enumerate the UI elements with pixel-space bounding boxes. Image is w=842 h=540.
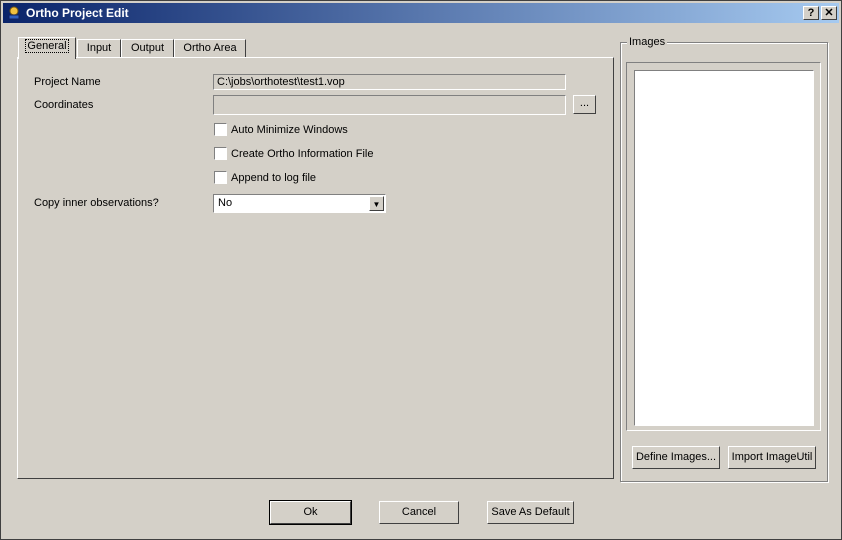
project-name-field[interactable]: C:\jobs\orthotest\test1.vop bbox=[213, 74, 566, 90]
create-ortho-info-label: Create Ortho Information File bbox=[231, 148, 374, 160]
chevron-down-icon[interactable]: ▼ bbox=[369, 196, 384, 211]
import-imageutil-button[interactable]: Import ImageUtil bbox=[728, 446, 816, 469]
copy-inner-label: Copy inner observations? bbox=[34, 197, 159, 209]
browse-coordinates-button[interactable]: ... bbox=[573, 95, 596, 114]
save-as-default-button[interactable]: Save As Default bbox=[487, 501, 574, 524]
copy-inner-select[interactable]: No ▼ bbox=[213, 194, 386, 213]
tab-label: Ortho Area bbox=[183, 42, 237, 54]
ok-button[interactable]: Ok bbox=[269, 500, 352, 525]
auto-minimize-checkbox[interactable] bbox=[214, 123, 227, 136]
images-group-title: Images bbox=[627, 36, 668, 48]
tab-input[interactable]: Input bbox=[77, 39, 121, 58]
cancel-button[interactable]: Cancel bbox=[379, 501, 459, 524]
coordinates-field[interactable] bbox=[213, 95, 566, 115]
app-icon bbox=[8, 6, 20, 20]
project-name-label: Project Name bbox=[34, 76, 101, 88]
tab-label: Input bbox=[86, 42, 112, 54]
tab-ortho-area[interactable]: Ortho Area bbox=[174, 39, 246, 58]
create-ortho-info-checkbox[interactable] bbox=[214, 147, 227, 160]
title-bar[interactable]: Ortho Project Edit ? ✕ bbox=[3, 3, 839, 23]
tab-output[interactable]: Output bbox=[121, 39, 174, 58]
window-title: Ortho Project Edit bbox=[26, 6, 129, 20]
close-button[interactable]: ✕ bbox=[821, 6, 837, 20]
define-images-button[interactable]: Define Images... bbox=[632, 446, 720, 469]
append-log-checkbox[interactable] bbox=[214, 171, 227, 184]
coordinates-label: Coordinates bbox=[34, 99, 94, 111]
auto-minimize-label: Auto Minimize Windows bbox=[231, 124, 348, 136]
tab-label: Output bbox=[130, 42, 165, 54]
help-button[interactable]: ? bbox=[803, 6, 819, 20]
images-list[interactable] bbox=[626, 62, 821, 431]
copy-inner-value: No bbox=[218, 197, 233, 209]
dialog-window: Ortho Project Edit ? ✕ General Input Out… bbox=[0, 0, 842, 540]
append-log-label: Append to log file bbox=[231, 172, 317, 184]
images-list-area[interactable] bbox=[634, 70, 814, 426]
tab-label: General bbox=[25, 39, 69, 53]
tab-panel-general bbox=[17, 57, 614, 479]
tab-general[interactable]: General bbox=[18, 37, 76, 59]
